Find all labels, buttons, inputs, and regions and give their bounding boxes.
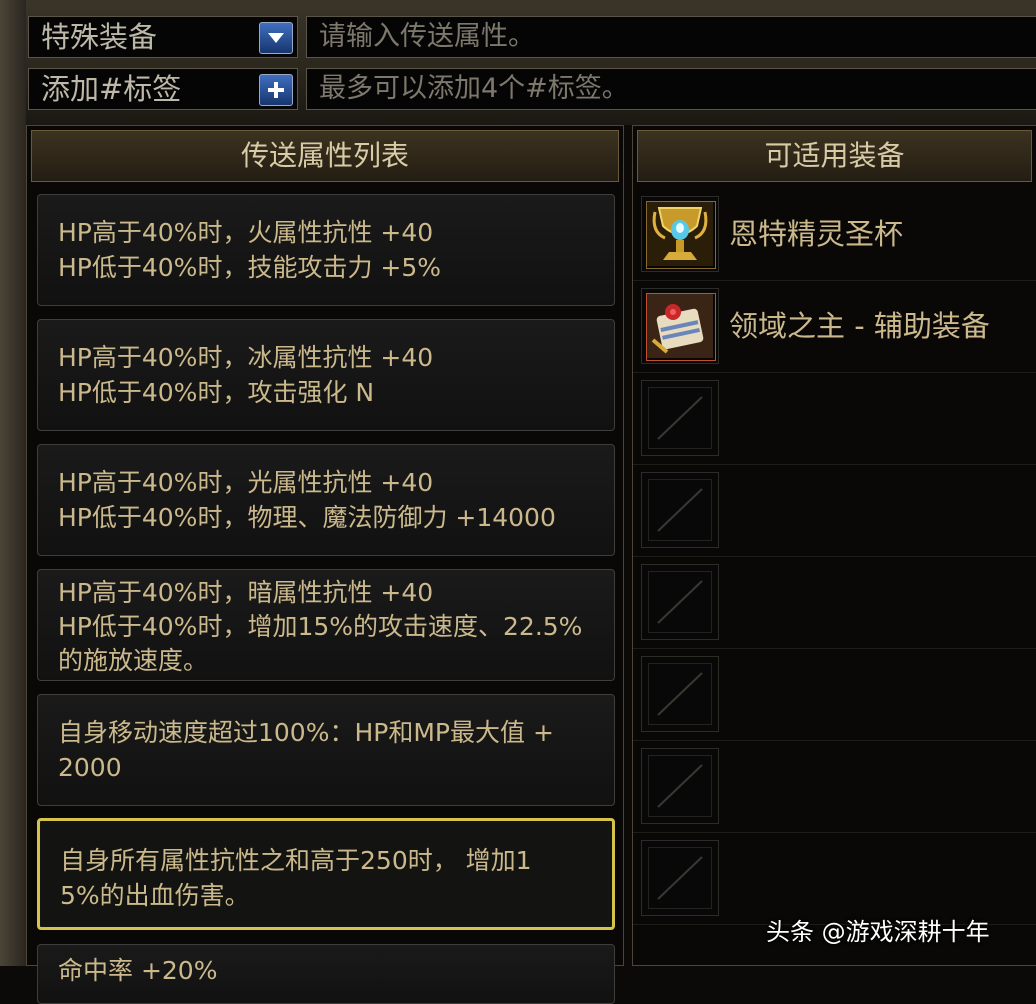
equipment-slot xyxy=(641,196,719,272)
attribute-item[interactable]: 命中率 +20% xyxy=(37,944,615,1004)
equipment-name: 领域之主 - 辅助装备 xyxy=(729,309,990,343)
empty-slot xyxy=(641,380,719,456)
attribute-line: HP低于40%时，攻击强化 N xyxy=(58,378,375,407)
attribute-line: 的施放速度。 xyxy=(58,646,209,675)
attribute-line: 自身所有属性抗性之和高于250时， 增加1 xyxy=(60,846,532,875)
attribute-item-selected[interactable]: 自身所有属性抗性之和高于250时， 增加1 5%的出血伤害。 xyxy=(37,818,615,930)
plus-icon xyxy=(268,82,284,98)
filter-row: 特殊装备 请输入传送属性。 xyxy=(26,16,1036,60)
attribute-line: HP低于40%时，技能攻击力 +5% xyxy=(58,253,441,282)
tag-row: 添加#标签 最多可以添加4个#标签。 xyxy=(26,68,1036,112)
equipment-row[interactable]: 恩特精灵圣杯 xyxy=(633,188,1036,281)
dropdown-button[interactable] xyxy=(259,22,293,54)
empty-slot xyxy=(641,840,719,916)
empty-slot-icon xyxy=(657,580,703,624)
attribute-line: 5%的出血伤害。 xyxy=(60,881,250,910)
empty-slot xyxy=(641,472,719,548)
empty-slot xyxy=(641,564,719,640)
attribute-line: HP低于40%时，增加15%的攻击速度、22.5% xyxy=(58,612,583,641)
attribute-line: HP高于40%时，光属性抗性 +40 xyxy=(58,468,434,497)
empty-slot-icon xyxy=(657,488,703,532)
tag-input[interactable]: 最多可以添加4个#标签。 xyxy=(306,68,1036,110)
attribute-line: HP高于40%时，暗属性抗性 +40 xyxy=(58,578,434,607)
attribute-line: HP高于40%时，冰属性抗性 +40 xyxy=(58,343,434,372)
attribute-line: 2000 xyxy=(58,753,122,782)
equipment-row-empty xyxy=(633,648,1036,741)
tag-label-box: 添加#标签 xyxy=(28,68,298,110)
chalice-icon xyxy=(646,201,716,269)
attribute-search-input[interactable]: 请输入传送属性。 xyxy=(306,16,1036,58)
attribute-item[interactable]: HP高于40%时，暗属性抗性 +40 HP低于40%时，增加15%的攻击速度、2… xyxy=(37,569,615,681)
attribute-line: HP低于40%时，物理、魔法防御力 +14000 xyxy=(58,503,556,532)
equipment-row-empty xyxy=(633,464,1036,557)
add-tag-button[interactable] xyxy=(259,74,293,106)
watermark: 头条 @游戏深耕十年 xyxy=(766,918,990,946)
tag-input-placeholder: 最多可以添加4个#标签。 xyxy=(319,73,629,104)
empty-slot-icon xyxy=(657,764,703,808)
attribute-list-panel: 传送属性列表 HP高于40%时，火属性抗性 +40 HP低于40%时，技能攻击力… xyxy=(26,125,624,1004)
equipment-panel: 可适用装备 恩特精灵圣杯 领域之主 - 辅助装备 xyxy=(632,125,1036,966)
tag-label: 添加#标签 xyxy=(41,72,182,106)
empty-slot-icon xyxy=(657,856,703,900)
attribute-line: 命中率 +20% xyxy=(58,956,218,985)
equipment-slot xyxy=(641,288,719,364)
attribute-item[interactable]: 自身移动速度超过100%：HP和MP最大值 + 2000 xyxy=(37,694,615,806)
attribute-item[interactable]: HP高于40%时，光属性抗性 +40 HP低于40%时，物理、魔法防御力 +14… xyxy=(37,444,615,556)
empty-slot xyxy=(641,748,719,824)
attribute-search-placeholder: 请输入传送属性。 xyxy=(319,21,535,52)
empty-slot-icon xyxy=(657,396,703,440)
equipment-row-empty xyxy=(633,372,1036,465)
category-dropdown[interactable]: 特殊装备 xyxy=(28,16,298,58)
category-value: 特殊装备 xyxy=(41,20,158,54)
scroll-icon xyxy=(646,293,716,361)
attribute-item[interactable]: HP高于40%时，火属性抗性 +40 HP低于40%时，技能攻击力 +5% xyxy=(37,194,615,306)
empty-slot-icon xyxy=(657,672,703,716)
attribute-line: HP高于40%时，火属性抗性 +40 xyxy=(58,218,434,247)
attribute-item[interactable]: HP高于40%时，冰属性抗性 +40 HP低于40%时，攻击强化 N xyxy=(37,319,615,431)
equipment-name: 恩特精灵圣杯 xyxy=(729,217,904,251)
attribute-list-title: 传送属性列表 xyxy=(31,130,619,182)
equipment-row-empty xyxy=(633,556,1036,649)
chevron-down-icon xyxy=(268,33,284,43)
attribute-line: 自身移动速度超过100%：HP和MP最大值 + xyxy=(58,718,554,747)
window-edge xyxy=(0,0,26,966)
empty-slot xyxy=(641,656,719,732)
equipment-row[interactable]: 领域之主 - 辅助装备 xyxy=(633,280,1036,373)
equipment-row-empty xyxy=(633,740,1036,833)
equipment-title: 可适用装备 xyxy=(637,130,1032,182)
